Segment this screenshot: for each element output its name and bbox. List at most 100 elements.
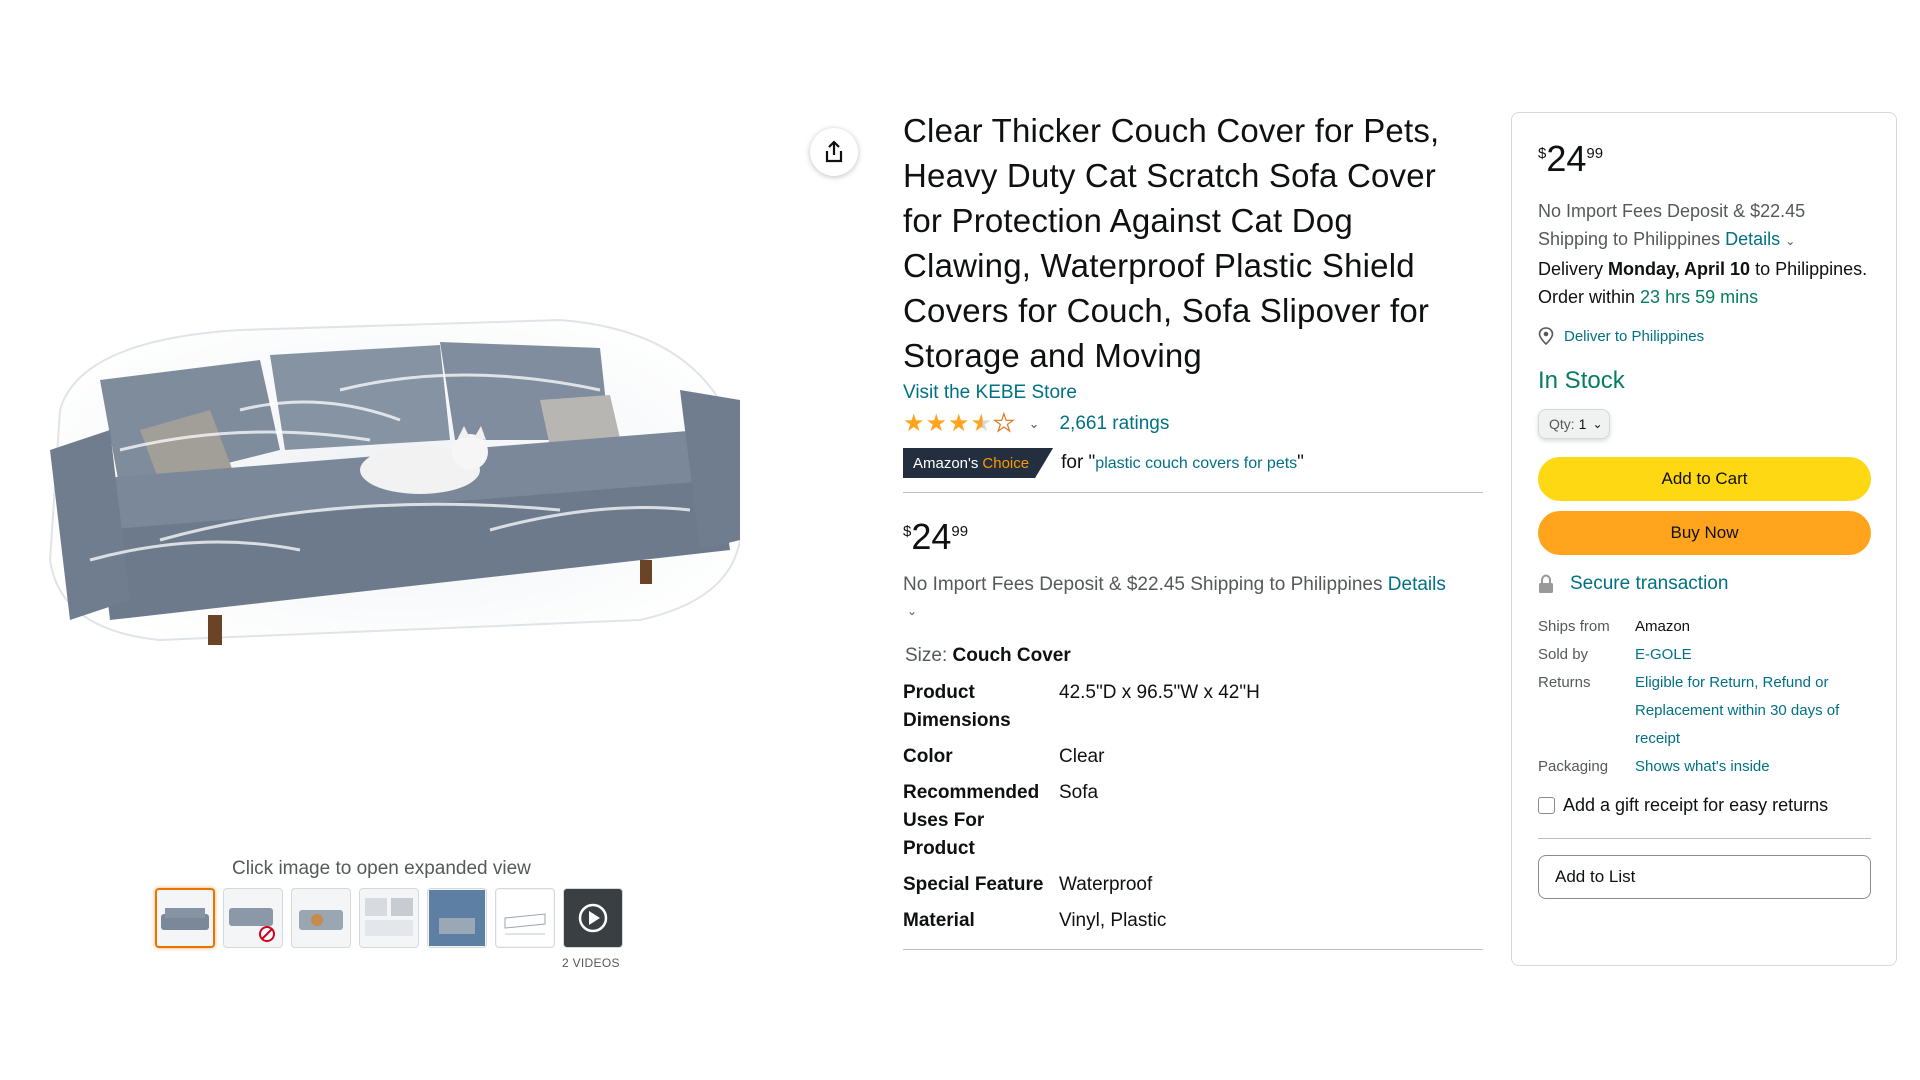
buy-box-details-link[interactable]: Details — [1725, 229, 1780, 249]
size-label: Size: — [905, 645, 948, 666]
chevron-down-icon[interactable]: ⌄ — [1785, 234, 1795, 248]
spec-value: Clear — [1059, 746, 1105, 767]
price-whole: 24 — [911, 516, 952, 557]
delivery-date: Monday, April 10 — [1608, 259, 1751, 279]
star-icon: ★ — [903, 410, 925, 437]
price-whole: 24 — [1546, 138, 1587, 179]
spec-value: Waterproof — [1059, 874, 1153, 895]
deliver-to-row[interactable]: Deliver to Philippines — [1538, 327, 1870, 345]
ships-from-label: Ships from — [1538, 618, 1610, 635]
spec-key: Material — [903, 910, 975, 931]
star-rating[interactable]: ★ ★ ★ ★ ★ — [903, 410, 1015, 437]
gift-receipt-row: Add a gift receipt for easy returns — [1538, 795, 1870, 816]
price-symbol: $ — [1538, 145, 1547, 162]
spec-key: Special Feature — [903, 874, 1044, 895]
size-value: Couch Cover — [952, 645, 1071, 666]
gift-receipt-label[interactable]: Add a gift receipt for easy returns — [1563, 795, 1828, 816]
badge-highlight: Choice — [982, 454, 1030, 472]
ratings-count-link[interactable]: 2,661 ratings — [1059, 413, 1169, 435]
thumbnail-video[interactable] — [563, 888, 623, 948]
divider — [903, 492, 1483, 493]
spec-row: Product Dimensions 42.5"D x 96.5"W x 42"… — [903, 679, 1483, 743]
shipping-details-link[interactable]: Details — [1388, 574, 1446, 595]
info-row: Ships from Amazon — [1538, 613, 1870, 641]
shipping-line-1: No Import Fees Deposit & $22.45 — [1538, 201, 1806, 221]
packaging-link[interactable]: Shows what's inside — [1635, 758, 1770, 775]
delivery-prefix: Delivery — [1538, 259, 1604, 279]
product-title: Clear Thicker Couch Cover for Pets, Heav… — [903, 112, 1440, 374]
thumbnail-2[interactable] — [223, 888, 283, 948]
returns-link[interactable]: Eligible for Return, Refund or Replaceme… — [1635, 674, 1839, 747]
store-link[interactable]: Visit the KEBE Store — [903, 382, 1483, 404]
thumbnail-5[interactable] — [427, 888, 487, 948]
add-to-list-button[interactable]: Add to List — [1538, 855, 1871, 899]
shipping-info: No Import Fees Deposit & $22.45 Shipping… — [903, 573, 1483, 623]
rating-row: ★ ★ ★ ★ ★ ⌄ 2,661 ratings — [903, 410, 1483, 438]
price-fraction: 99 — [951, 523, 969, 540]
size-selection: Size: Couch Cover — [903, 645, 1483, 667]
thumbnail-1[interactable] — [155, 888, 215, 948]
thumbnail-6[interactable] — [495, 888, 555, 948]
ships-from-value: Amazon — [1635, 618, 1691, 635]
buy-box-price: $ 24 99 — [1538, 139, 1870, 179]
spec-key: Recommended Uses For Product — [903, 782, 1040, 859]
thumbnail-3[interactable] — [291, 888, 351, 948]
divider — [903, 949, 1483, 950]
amazons-choice-badge: Amazon's Choice — [903, 448, 1054, 478]
sold-by-link[interactable]: E-GOLE — [1635, 646, 1692, 663]
seller-info-table: Ships from Amazon Sold by E-GOLE Returns… — [1538, 613, 1870, 781]
add-to-cart-button[interactable]: Add to Cart — [1538, 457, 1871, 501]
stock-status: In Stock — [1538, 367, 1625, 394]
spec-value: Sofa — [1059, 782, 1099, 803]
main-product-image[interactable] — [40, 300, 742, 670]
quantity-select[interactable]: Qty: 1 ⌄ — [1538, 409, 1610, 439]
location-pin-icon — [1538, 327, 1554, 345]
product-info: Clear Thicker Couch Cover for Pets, Heav… — [903, 108, 1483, 950]
qty-label: Qty: — [1549, 416, 1575, 432]
star-icon: ★ — [925, 410, 948, 437]
delivery-estimate: Delivery Monday, April 10 to Philippines… — [1538, 255, 1870, 311]
divider — [1538, 838, 1871, 839]
qty-value: 1 — [1578, 416, 1587, 432]
chevron-down-icon[interactable]: ⌄ — [1029, 416, 1040, 432]
star-empty-icon: ★ — [992, 410, 1015, 437]
product-specs-table: Product Dimensions 42.5"D x 96.5"W x 42"… — [903, 679, 1483, 943]
sold-by-label: Sold by — [1538, 646, 1589, 663]
badge-prefix: Amazon's — [913, 454, 979, 472]
spec-row: Material Vinyl, Plastic — [903, 907, 1483, 943]
secure-transaction-row[interactable]: Secure transaction — [1538, 573, 1870, 595]
buy-box-shipping: No Import Fees Deposit & $22.45 Shipping… — [1538, 197, 1870, 255]
choice-for-label: for "plastic couch covers for pets" — [1061, 452, 1304, 474]
chevron-down-icon: ⌄ — [1592, 417, 1603, 431]
price-fraction: 99 — [1586, 145, 1604, 162]
star-half-icon: ★ — [970, 410, 993, 437]
info-row: Sold by E-GOLE — [1538, 641, 1870, 669]
secure-transaction-link[interactable]: Secure transaction — [1570, 573, 1728, 595]
share-button[interactable] — [810, 128, 858, 176]
product-price: $ 24 99 — [903, 517, 1483, 557]
choice-for-text: for " — [1061, 452, 1096, 473]
spec-key: Product Dimensions — [903, 682, 1011, 731]
amazons-choice-row: Amazon's Choice for "plastic couch covers… — [903, 448, 1483, 478]
info-row: Packaging Shows what's inside — [1538, 753, 1870, 781]
spec-row: Special Feature Waterproof — [903, 871, 1483, 907]
delivery-countdown: 23 hrs 59 mins — [1640, 287, 1759, 307]
returns-label: Returns — [1538, 674, 1591, 691]
expanded-view-hint: Click image to open expanded view — [232, 858, 531, 879]
spec-row: Color Clear — [903, 743, 1483, 779]
videos-count-label: 2 VIDEOS — [562, 956, 620, 970]
info-row: Returns Eligible for Return, Refund or R… — [1538, 669, 1870, 753]
lock-icon — [1539, 574, 1553, 593]
choice-query-link[interactable]: plastic couch covers for pets — [1095, 455, 1297, 472]
spec-value: 42.5"D x 96.5"W x 42"H — [1059, 682, 1260, 703]
thumbnail-4[interactable] — [359, 888, 419, 948]
star-icon: ★ — [948, 410, 970, 437]
buy-now-button[interactable]: Buy Now — [1538, 511, 1871, 555]
shipping-line-2: Shipping to Philippines — [1538, 229, 1721, 249]
spec-row: Recommended Uses For Product Sofa — [903, 779, 1483, 871]
choice-close-quote: " — [1297, 452, 1304, 473]
spec-key: Color — [903, 746, 953, 767]
gift-receipt-checkbox[interactable] — [1538, 797, 1555, 814]
chevron-down-icon[interactable]: ⌄ — [903, 599, 1483, 623]
deliver-to-link[interactable]: Deliver to Philippines — [1564, 328, 1704, 345]
